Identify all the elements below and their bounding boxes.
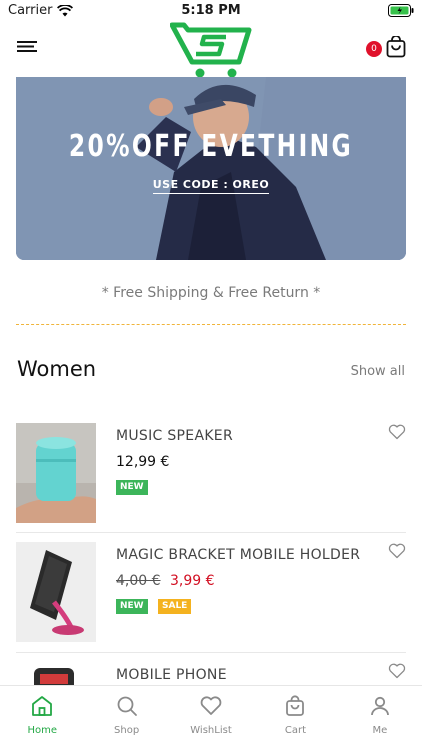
tab-wishlist[interactable]: WishList xyxy=(169,686,253,750)
product-image-bracket xyxy=(16,542,96,642)
tab-shop[interactable]: Shop xyxy=(84,686,168,750)
wishlist-heart-icon[interactable] xyxy=(388,543,406,559)
banner-code-text: USE CODE : OREO xyxy=(152,178,270,194)
product-name: MOBILE PHONE xyxy=(116,667,227,683)
dashed-divider xyxy=(16,324,406,325)
app-logo xyxy=(169,22,252,80)
wishlist-heart-icon[interactable] xyxy=(388,424,406,440)
product-name: MAGIC BRACKET MOBILE HOLDER xyxy=(116,547,361,563)
home-icon xyxy=(32,696,53,716)
product-sale-price: 3,99 € xyxy=(170,573,215,589)
row-divider xyxy=(16,532,406,533)
hamburger-icon xyxy=(17,41,37,52)
tab-me-label: Me xyxy=(372,725,388,736)
tab-me[interactable]: Me xyxy=(338,686,422,750)
tab-home-label: Home xyxy=(27,725,57,736)
tab-wishlist-label: WishList xyxy=(190,725,232,736)
product-item[interactable]: MUSIC SPEAKER 12,99 € NEW xyxy=(16,423,406,535)
row-divider xyxy=(16,652,406,653)
header-cart-button[interactable]: 0 xyxy=(366,36,406,62)
shopping-bag-icon xyxy=(386,36,406,58)
tab-home[interactable]: Home xyxy=(0,686,84,750)
new-badge: NEW xyxy=(116,480,148,495)
app-header: 0 xyxy=(0,22,422,78)
status-bar: Carrier 5:18 PM xyxy=(0,0,422,22)
battery-icon xyxy=(388,4,414,21)
product-image-speaker xyxy=(16,423,96,523)
user-icon xyxy=(370,696,389,716)
tab-cart-label: Cart xyxy=(284,725,306,736)
cart-count-badge: 0 xyxy=(366,41,382,57)
banner-title: 20%OFF EVETHING xyxy=(68,129,354,164)
product-old-price: 4,00 € xyxy=(116,573,161,589)
wishlist-heart-icon[interactable] xyxy=(388,663,406,679)
banner-promo-code: USE CODE : OREO xyxy=(16,178,406,194)
show-all-link[interactable]: Show all xyxy=(351,364,405,379)
product-name: MUSIC SPEAKER xyxy=(116,428,233,444)
bottom-tab-bar: Home Shop WishList Cart Me xyxy=(0,685,422,750)
new-badge: NEW xyxy=(116,599,148,614)
product-price: 12,99 € xyxy=(116,454,170,470)
menu-button[interactable] xyxy=(17,38,39,56)
banner-model-image xyxy=(16,77,406,260)
promo-banner[interactable]: 20%OFF EVETHING USE CODE : OREO xyxy=(16,77,406,260)
tab-shop-label: Shop xyxy=(114,725,140,736)
section-title: Women xyxy=(17,357,97,381)
shipping-notice: * Free Shipping & Free Return * xyxy=(101,285,321,301)
bag-icon xyxy=(286,695,305,716)
status-time: 5:18 PM xyxy=(181,3,241,18)
tab-cart[interactable]: Cart xyxy=(253,686,337,750)
app-screen: Carrier 5:18 PM 0 20%OFF EVETHING USE CO… xyxy=(0,0,422,750)
heart-icon xyxy=(200,696,222,715)
sale-badge: SALE xyxy=(158,599,192,614)
search-icon xyxy=(117,696,137,716)
product-item[interactable]: MAGIC BRACKET MOBILE HOLDER 4,00 € 3,99 … xyxy=(16,542,406,654)
